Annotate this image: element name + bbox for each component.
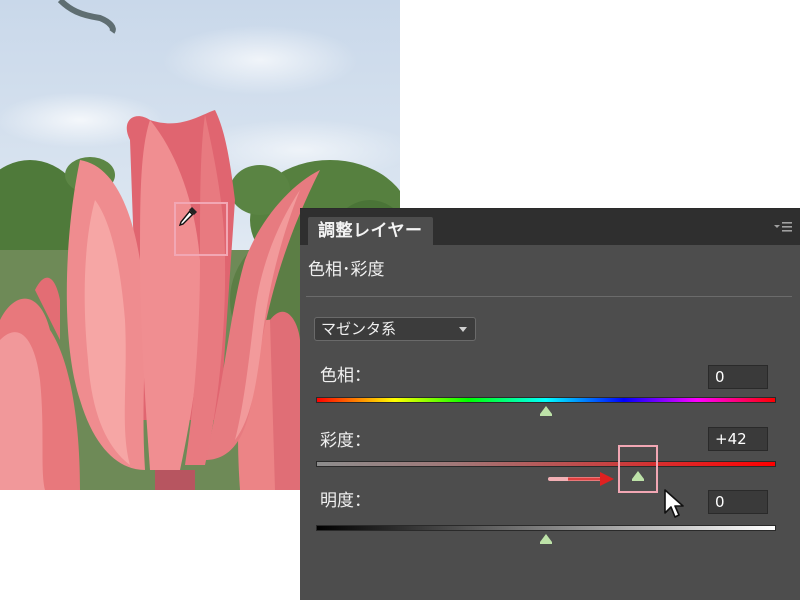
adjustments-panel: 調整レイヤー 色相･彩度 マゼンタ系 色相： 0 彩度： +42 明度： 0 <box>300 208 800 600</box>
lightness-slider-track[interactable] <box>316 525 776 531</box>
color-range-value: マゼンタ系 <box>321 320 397 338</box>
saturation-thumb-highlight <box>618 445 658 493</box>
chevron-down-icon <box>459 327 467 332</box>
drag-arrow-icon <box>548 471 616 490</box>
hue-label: 色相： <box>320 366 371 386</box>
saturation-slider-track[interactable] <box>316 461 776 467</box>
eyedropper-sample-highlight <box>174 202 228 256</box>
panel-menu-icon[interactable] <box>774 221 792 235</box>
adjustment-title: 色相･彩度 <box>308 260 385 280</box>
lightness-label: 明度： <box>320 491 371 511</box>
hue-slider-thumb[interactable] <box>540 406 552 416</box>
hue-slider-track[interactable] <box>316 397 776 403</box>
eyedropper-icon[interactable] <box>178 207 215 243</box>
mouse-pointer-icon <box>664 489 686 523</box>
lightness-slider-thumb[interactable] <box>540 534 552 544</box>
saturation-label: 彩度： <box>320 431 371 451</box>
color-range-select[interactable]: マゼンタ系 <box>314 317 476 341</box>
panel-tab-bar: 調整レイヤー <box>300 209 800 245</box>
lightness-value-field[interactable]: 0 <box>708 490 768 514</box>
hue-value-field[interactable]: 0 <box>708 365 768 389</box>
tab-adjustment-layer[interactable]: 調整レイヤー <box>308 217 433 245</box>
divider <box>306 296 792 297</box>
saturation-value-field[interactable]: +42 <box>708 427 768 451</box>
